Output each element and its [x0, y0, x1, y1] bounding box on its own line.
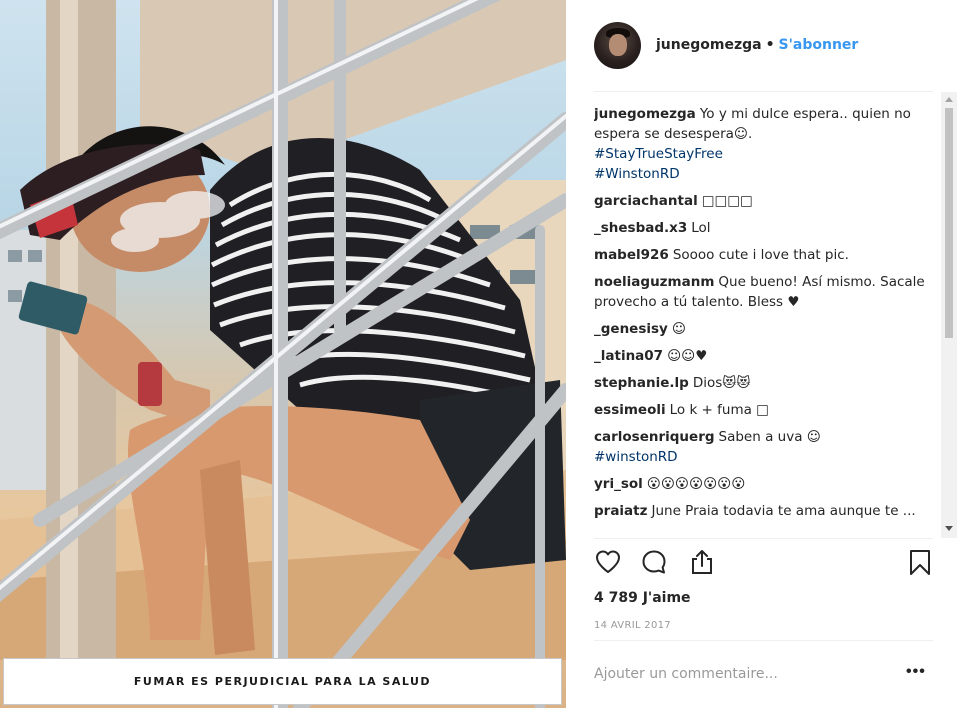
post-photo[interactable]: FUMAR ES PERJUDICIAL PARA LA SALUD: [0, 0, 566, 708]
comment-input-divider: [594, 640, 933, 641]
comment-item: _latina07 ☺☺♥: [594, 346, 939, 366]
more-options-button[interactable]: •••: [906, 664, 926, 680]
post-header: junegomezga • S'abonner: [566, 0, 959, 90]
actions-divider: [594, 538, 933, 539]
hashtag-link[interactable]: #winstonRD: [594, 447, 939, 467]
comment-author[interactable]: praiatz: [594, 503, 647, 519]
comment-item: _shesbad.x3 Lol: [594, 218, 939, 238]
comment-item: mabel926 Soooo cute i love that pic.: [594, 245, 939, 265]
comment-author[interactable]: essimeoli: [594, 402, 666, 418]
hashtag-link[interactable]: #WinstonRD: [594, 164, 939, 184]
comment-author[interactable]: yri_sol: [594, 476, 643, 492]
comment-author[interactable]: junegomezga: [594, 106, 696, 122]
comment-author[interactable]: _genesisy: [594, 321, 668, 337]
comment-item: praiatz June Praia todavia te ama aunque …: [594, 501, 939, 521]
add-comment-input[interactable]: [594, 664, 854, 684]
comment-author[interactable]: _shesbad.x3: [594, 220, 687, 236]
comment-author[interactable]: garciachantal: [594, 193, 698, 209]
comment-icon[interactable]: [640, 548, 668, 576]
comment-item: carlosenriquerg Saben a uva ☺ #winstonRD: [594, 427, 939, 467]
comment-item: _genesisy ☺: [594, 319, 939, 339]
comment-item: noeliaguzmanm Que bueno! Así mismo. Sacal…: [594, 272, 939, 312]
hashtag-link[interactable]: #StayTrueStayFree: [594, 144, 939, 164]
scroll-up-arrow-icon[interactable]: [945, 97, 953, 102]
heart-icon[interactable]: [594, 548, 622, 576]
photo-illustration: [0, 0, 566, 708]
comment-text: Lo k + fuma □: [669, 402, 769, 418]
comment-text: □□□□: [701, 193, 753, 209]
health-warning-banner: FUMAR ES PERJUDICIAL PARA LA SALUD: [3, 658, 562, 705]
header-user-line: junegomezga • S'abonner: [656, 37, 858, 53]
post-actions: [594, 548, 936, 582]
post-date[interactable]: 14 AVRIL 2017: [594, 620, 671, 631]
comment-text: Soooo cute i love that pic.: [672, 247, 849, 263]
comment-item: garciachantal □□□□: [594, 191, 939, 211]
avatar[interactable]: [594, 22, 641, 69]
comment-text: Lol: [691, 220, 711, 236]
post-side-panel: junegomezga • S'abonner junegomezga Yo y mi…: [566, 0, 959, 708]
comment-author[interactable]: noeliaguzmanm: [594, 274, 714, 290]
follow-button[interactable]: S'abonner: [779, 37, 859, 53]
comments-list[interactable]: junegomezga Yo y mi dulce espera.. quien …: [594, 104, 939, 538]
bookmark-icon[interactable]: [906, 548, 934, 576]
header-divider: [594, 91, 933, 92]
comment-text: Dios😻😻: [692, 375, 751, 391]
comment-author[interactable]: stephanie.lp: [594, 375, 689, 391]
scroll-down-arrow-icon[interactable]: [945, 526, 953, 531]
comment-text: ☺: [671, 321, 686, 337]
comment-author[interactable]: mabel926: [594, 247, 669, 263]
avatar-face: [609, 34, 627, 56]
comment-text: Saben a uva ☺: [718, 429, 821, 445]
scrollbar-thumb[interactable]: [945, 108, 953, 338]
comment-item: stephanie.lp Dios😻😻: [594, 373, 939, 393]
share-icon[interactable]: [688, 548, 716, 576]
comment-author[interactable]: _latina07: [594, 348, 663, 364]
comment-item: essimeoli Lo k + fuma □: [594, 400, 939, 420]
comment-author[interactable]: carlosenriquerg: [594, 429, 715, 445]
comment-text: 😮😮😮😮😮😮😮: [646, 476, 746, 492]
comment-item: yri_sol 😮😮😮😮😮😮😮: [594, 474, 939, 494]
comment-text: June Praia todavia te ama aunque te ...: [651, 503, 916, 519]
header-separator: •: [765, 37, 775, 53]
likes-count[interactable]: 4 789 J'aime: [594, 590, 691, 606]
comment-caption: junegomezga Yo y mi dulce espera.. quien …: [594, 104, 939, 184]
comment-text: ☺☺♥: [667, 348, 708, 364]
header-username[interactable]: junegomezga: [656, 37, 762, 53]
